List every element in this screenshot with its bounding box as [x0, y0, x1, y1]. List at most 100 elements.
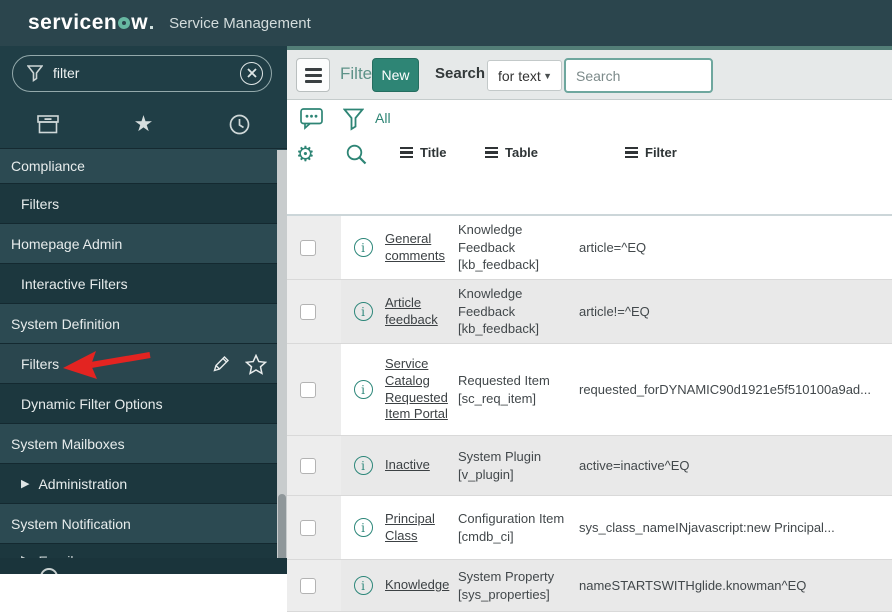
- table-row: i Service Catalog Requested Item Portal …: [287, 344, 892, 436]
- row-select-cell: [287, 344, 341, 435]
- title-cell: Article feedback: [385, 280, 458, 343]
- table-display-name: Requested Item: [458, 372, 550, 388]
- sidebar-scrollbar-track[interactable]: [277, 150, 287, 574]
- list-filter-bar: All ⚙ Title Table Filter: [287, 100, 892, 216]
- table-code-name: [cmdb_ci]: [458, 528, 514, 544]
- navigator-search-box[interactable]: [12, 54, 272, 92]
- search-label: Search: [435, 65, 486, 82]
- sidebar-item-administration[interactable]: ▶ Administration: [0, 464, 287, 504]
- column-menu-icon: [625, 146, 638, 159]
- sidebar-item-label: Compliance: [11, 158, 85, 174]
- row-info-cell: i: [341, 344, 385, 435]
- row-checkbox[interactable]: [300, 381, 316, 398]
- record-preview-info-icon[interactable]: i: [353, 576, 373, 595]
- row-info-cell: i: [341, 496, 385, 559]
- table-code-name: [kb_feedback]: [458, 321, 539, 337]
- record-preview-info-icon[interactable]: i: [353, 518, 373, 537]
- help-circle-icon[interactable]: [40, 568, 58, 574]
- sidebar-item-system-definition[interactable]: ▶ System Definition: [0, 304, 287, 344]
- list-filter-funnel-icon[interactable]: [343, 108, 364, 131]
- favorite-star-outline-icon[interactable]: [245, 353, 267, 375]
- table-code-name: [v_plugin]: [458, 466, 514, 482]
- row-select-cell: [287, 216, 341, 279]
- sidebar-item-label: System Mailboxes: [11, 435, 125, 452]
- sidebar-item-compliance[interactable]: ▶ Compliance: [0, 149, 287, 184]
- chevron-down-icon: ▼: [543, 70, 552, 81]
- filter-cell: sys_class_nameINjavascript:new Principal…: [579, 496, 892, 559]
- breadcrumb-all[interactable]: All: [375, 110, 391, 126]
- row-checkbox[interactable]: [300, 457, 316, 474]
- logo-text-pre: servicen: [28, 11, 118, 34]
- table-display-name: System Property: [458, 568, 555, 584]
- row-select-cell: [287, 496, 341, 559]
- table-row: i Principal Class Configuration Item [cm…: [287, 496, 892, 560]
- list-toolbar: Filters New Search for text ▼: [287, 50, 892, 100]
- expand-triangle-icon[interactable]: ▶: [21, 477, 29, 490]
- table-row: i General comments Knowledge Feedback [k…: [287, 216, 892, 280]
- sidebar-item-filters[interactable]: ▶ Filters: [0, 344, 287, 384]
- column-search-icon[interactable]: [346, 144, 367, 165]
- product-name: Service Management: [169, 14, 311, 32]
- record-title-link[interactable]: Service Catalog Requested Item Portal: [385, 356, 458, 424]
- row-checkbox[interactable]: [300, 303, 316, 320]
- personalize-list-gear-icon[interactable]: ⚙: [296, 144, 315, 165]
- column-header-filter[interactable]: Filter: [625, 145, 677, 160]
- sidebar-item-label: Dynamic Filter Options: [21, 395, 163, 412]
- clear-search-button[interactable]: [240, 61, 263, 85]
- row-checkbox[interactable]: [300, 519, 316, 536]
- filter-funnel-icon: [27, 64, 43, 82]
- search-type-select[interactable]: for text ▼: [487, 60, 562, 91]
- tab-history[interactable]: [191, 100, 287, 148]
- navigator-filter-input[interactable]: [53, 65, 240, 81]
- column-header-table[interactable]: Table: [485, 145, 538, 160]
- filter-condition-text: article!=^EQ: [579, 304, 650, 319]
- navigator-menu: ▶ Compliance ▶ Filters ▶ Homepage Admin: [0, 149, 287, 560]
- tab-all-applications[interactable]: [0, 100, 96, 148]
- sidebar-item-homepage-admin[interactable]: ▶ Homepage Admin: [0, 224, 287, 264]
- record-preview-info-icon[interactable]: i: [353, 380, 373, 399]
- table-cell: Requested Item [sc_req_item]: [458, 344, 579, 435]
- record-preview-info-icon[interactable]: i: [353, 302, 373, 321]
- column-menu-icon: [485, 146, 498, 159]
- search-type-value: for text: [498, 67, 541, 84]
- record-preview-info-icon[interactable]: i: [353, 238, 373, 257]
- table-cell: System Property [sys_properties]: [458, 560, 579, 611]
- new-record-button[interactable]: New: [372, 58, 419, 92]
- chat-annotation-icon[interactable]: [300, 108, 323, 130]
- filter-condition-text: requested_forDYNAMIC90d1921e5f510100a9ad…: [579, 382, 871, 397]
- record-title-link[interactable]: Knowledge: [385, 577, 449, 594]
- filter-condition-text: active=inactive^EQ: [579, 458, 690, 473]
- column-header-title[interactable]: Title: [400, 145, 447, 160]
- list-table-body: i General comments Knowledge Feedback [k…: [287, 216, 892, 612]
- record-title-link[interactable]: Article feedback: [385, 295, 458, 329]
- tab-favorites[interactable]: ★: [96, 100, 192, 148]
- sidebar-item-dynamic-filter-options[interactable]: ▶ Dynamic Filter Options: [0, 384, 287, 424]
- servicenow-logo[interactable]: servicen w: [28, 11, 154, 35]
- record-title-link[interactable]: General comments: [385, 231, 458, 265]
- title-cell: Service Catalog Requested Item Portal: [385, 344, 458, 435]
- row-checkbox[interactable]: [300, 239, 316, 256]
- filter-condition-text: nameSTARTSWITHglide.knowman^EQ: [579, 578, 807, 593]
- filter-cell: article=^EQ: [579, 216, 892, 279]
- clock-icon: [229, 114, 250, 134]
- list-context-menu-button[interactable]: [296, 58, 330, 92]
- sidebar-item-label: Administration: [38, 475, 128, 492]
- table-cell: Knowledge Feedback [kb_feedback]: [458, 216, 579, 279]
- row-select-cell: [287, 280, 341, 343]
- sidebar-item-interactive-filters[interactable]: ▶ Interactive Filters: [0, 264, 287, 304]
- sidebar-item-label: Homepage Admin: [11, 235, 123, 252]
- sidebar-item-filters[interactable]: ▶ Filters: [0, 184, 287, 224]
- row-info-cell: i: [341, 280, 385, 343]
- sidebar-item-system-notification[interactable]: ▶ System Notification: [0, 504, 287, 544]
- row-select-cell: [287, 436, 341, 495]
- list-search-input[interactable]: [564, 58, 713, 93]
- edit-module-pencil-icon[interactable]: [211, 354, 231, 374]
- record-title-link[interactable]: Inactive: [385, 457, 430, 474]
- record-title-link[interactable]: Principal Class: [385, 511, 458, 545]
- record-preview-info-icon[interactable]: i: [353, 456, 373, 475]
- sidebar-item-system-mailboxes[interactable]: ▶ System Mailboxes: [0, 424, 287, 464]
- table-display-name: Configuration Item: [458, 510, 565, 526]
- logo-text-post: w: [131, 11, 149, 34]
- row-checkbox[interactable]: [300, 577, 316, 594]
- table-display-name: Knowledge Feedback: [458, 286, 523, 319]
